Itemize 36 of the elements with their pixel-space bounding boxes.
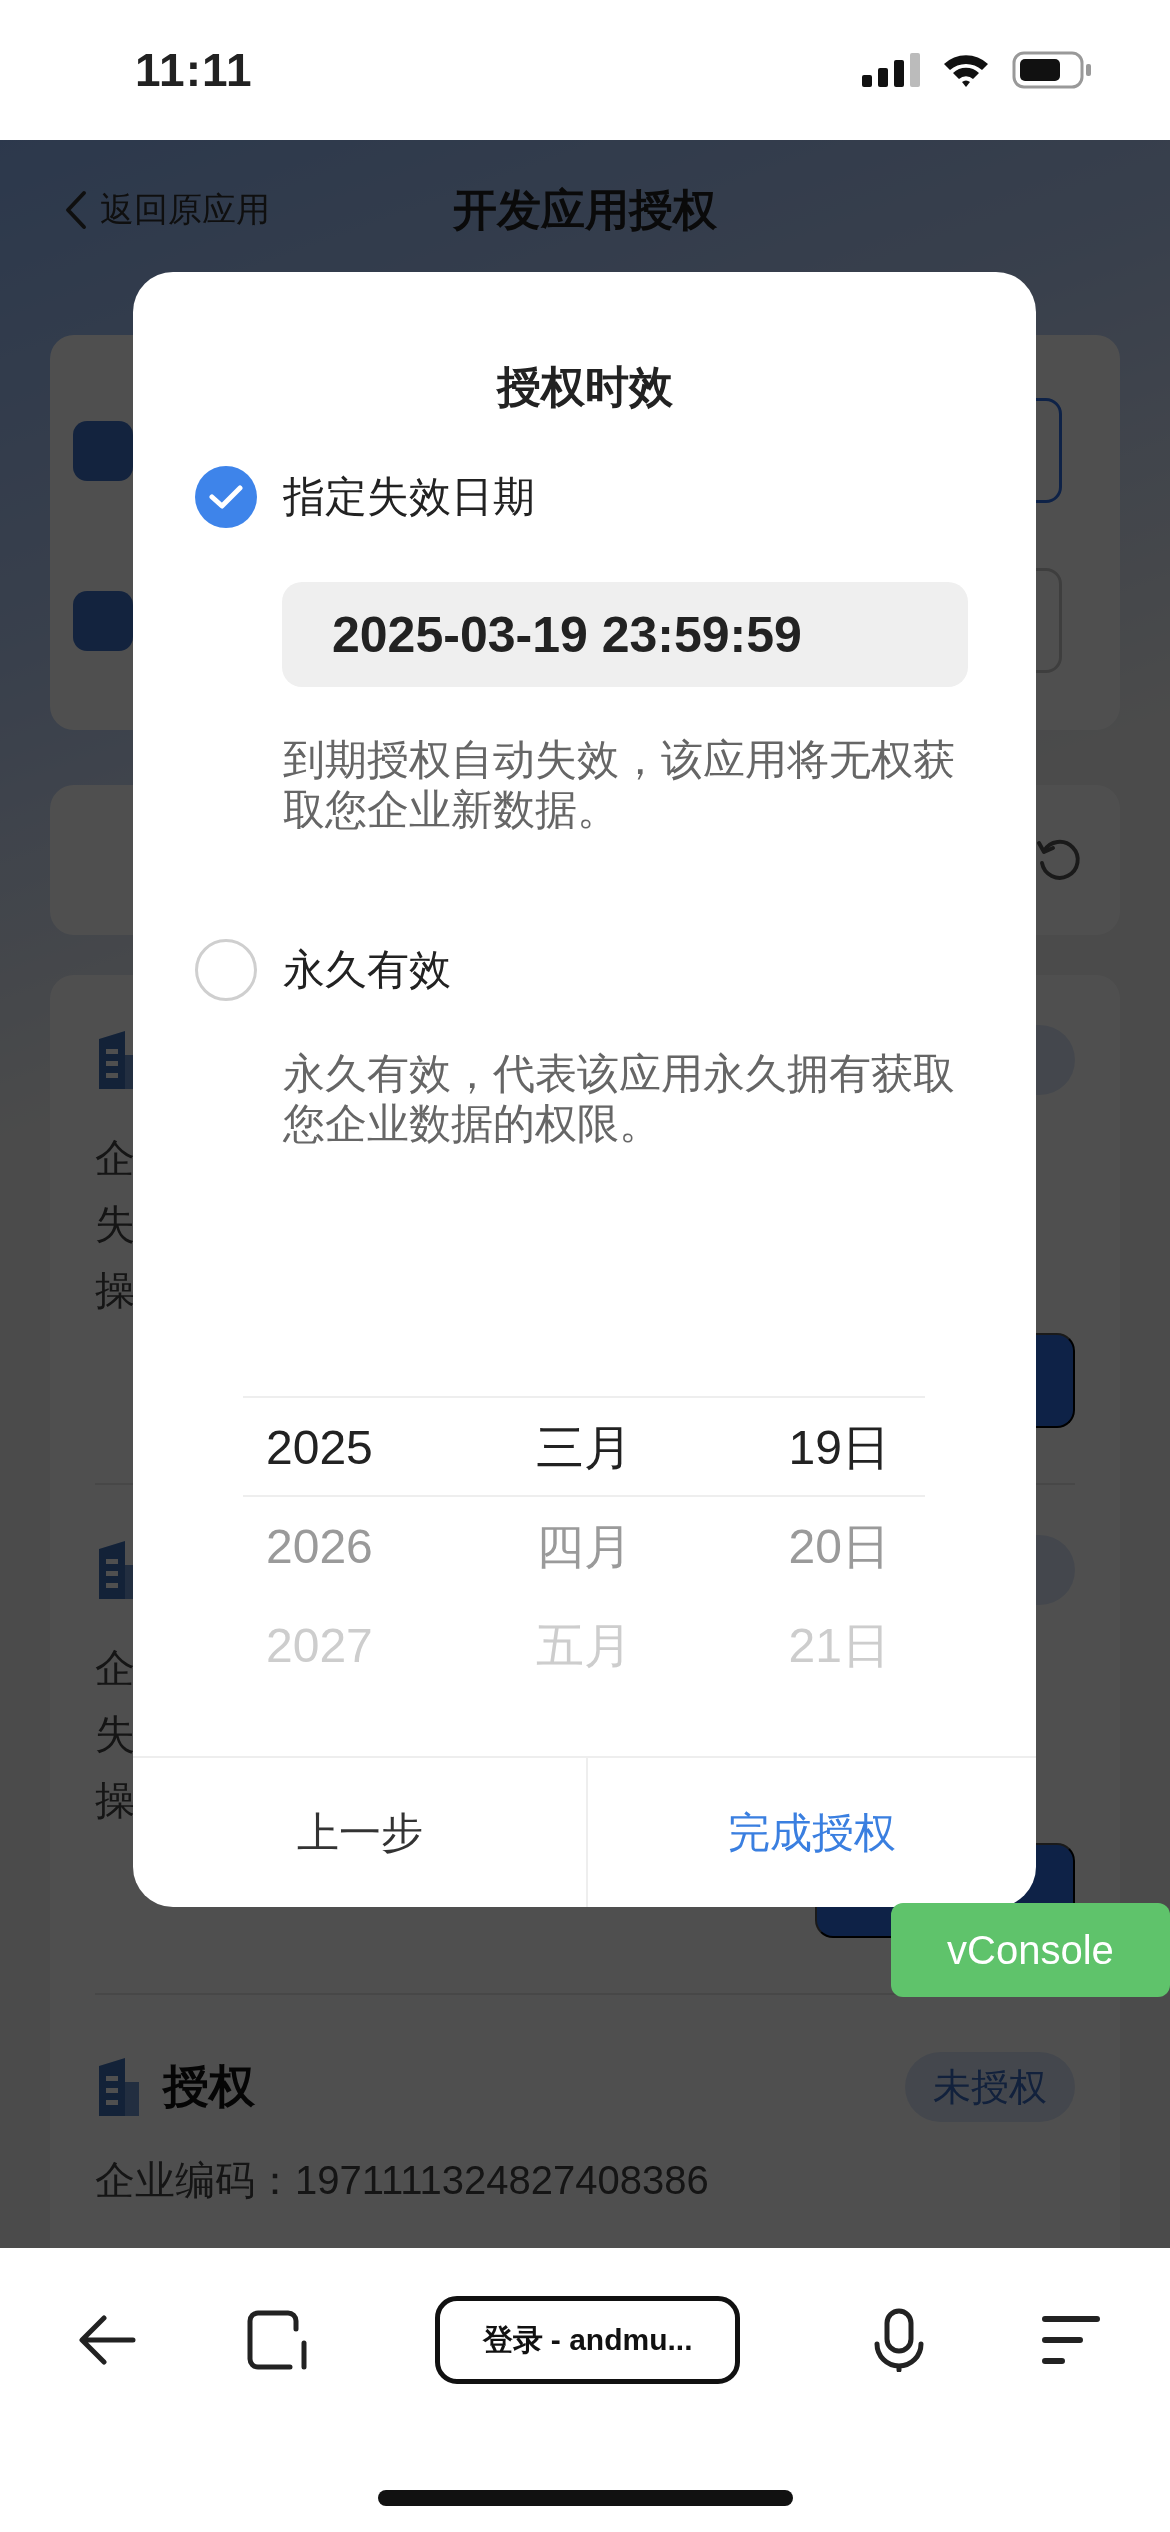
app-icon bbox=[73, 590, 133, 651]
checkmark-icon bbox=[209, 484, 243, 510]
picker-option[interactable]: 20日 bbox=[788, 1514, 890, 1579]
date-field[interactable]: 2025-03-19 23:59:59 bbox=[282, 582, 968, 687]
info-text: 失 bbox=[95, 1711, 135, 1758]
option-label: 指定失效日期 bbox=[283, 472, 535, 522]
page-title: 开发应用授权 bbox=[453, 184, 717, 234]
wifi-icon bbox=[942, 52, 990, 88]
tabs-icon[interactable] bbox=[246, 2309, 308, 2371]
info-text: 企 bbox=[95, 1645, 135, 1692]
info-text: 失 bbox=[95, 1201, 135, 1248]
signal-icon bbox=[862, 53, 920, 87]
previous-button[interactable]: 上一步 bbox=[133, 1758, 586, 1907]
app-icon bbox=[73, 420, 133, 481]
picker-option[interactable]: 19日 bbox=[788, 1415, 890, 1480]
picker-option[interactable]: 2025 bbox=[266, 1420, 373, 1475]
option-description: 到期授权自动失效，该应用将无权获取您企业新数据。 bbox=[283, 735, 955, 835]
clock: 11:11 bbox=[135, 43, 253, 97]
info-text: 操 bbox=[95, 1777, 135, 1824]
console-button[interactable]: vConsole bbox=[891, 1903, 1170, 1997]
option-label: 永久有效 bbox=[283, 945, 451, 995]
microphone-icon[interactable] bbox=[873, 2308, 925, 2372]
dialog-title: 授权时效 bbox=[496, 361, 673, 413]
battery-icon bbox=[1012, 51, 1092, 89]
menu-icon[interactable] bbox=[1042, 2315, 1100, 2365]
info-text: 企 bbox=[95, 1135, 135, 1182]
picker-option[interactable]: 三月 bbox=[536, 1415, 632, 1480]
picker-option[interactable]: 四月 bbox=[536, 1514, 632, 1579]
chevron-left-icon bbox=[64, 190, 88, 230]
address-bar[interactable]: 登录 - andmu... bbox=[435, 2296, 740, 2384]
back-arrow-icon[interactable] bbox=[78, 2315, 136, 2365]
info-text: 操 bbox=[95, 1267, 135, 1314]
option-description: 永久有效，代表该应用永久拥有获取您企业数据的权限。 bbox=[283, 1049, 955, 1149]
item-title: 授权 bbox=[163, 2059, 255, 2114]
picker-option[interactable]: 2026 bbox=[266, 1519, 373, 1574]
info-text: 企业编码：1971111324827408386 bbox=[95, 2157, 709, 2204]
